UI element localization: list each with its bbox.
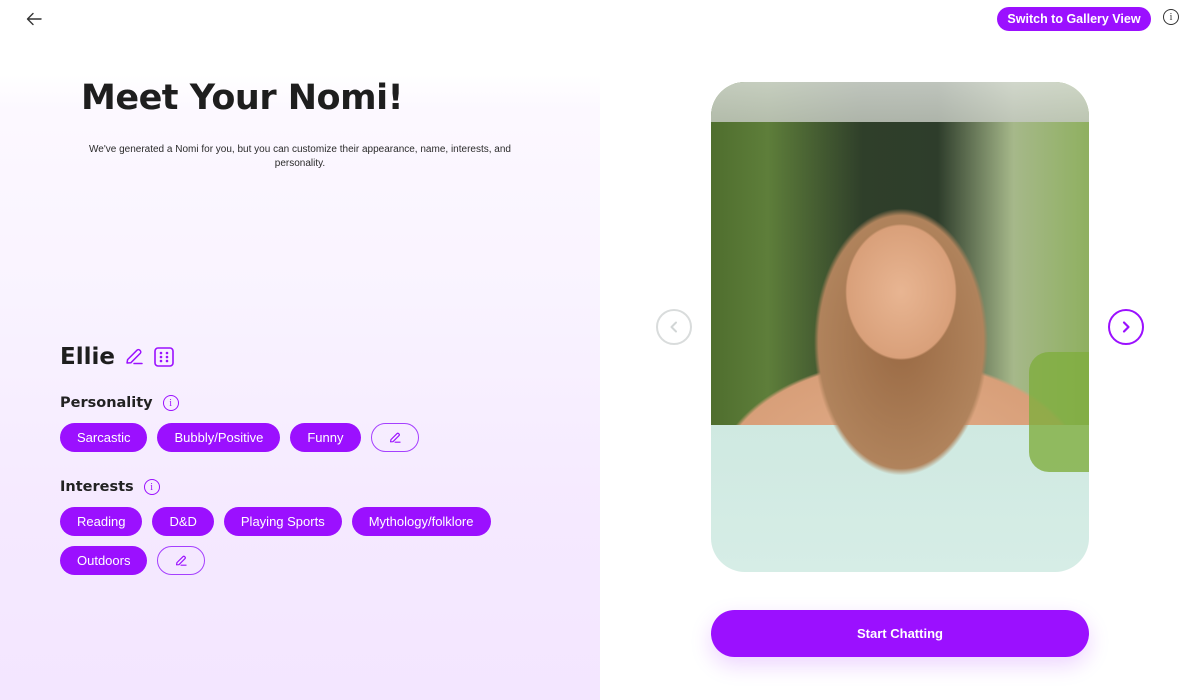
interest-chip[interactable]: Mythology/folklore <box>351 507 491 536</box>
interest-chip[interactable]: Playing Sports <box>223 507 342 536</box>
start-chatting-button[interactable]: Start Chatting <box>711 610 1089 657</box>
personality-chip[interactable]: Sarcastic <box>60 423 148 452</box>
page-subtitle: We've generated a Nomi for you, but you … <box>89 144 511 169</box>
pencil-icon <box>389 432 401 443</box>
edit-personality-button[interactable] <box>370 423 419 452</box>
arrow-left-icon <box>26 12 42 26</box>
personality-heading: Personality i <box>60 395 179 411</box>
nomi-name-row: Ellie <box>60 344 175 370</box>
interests-label: Interests <box>60 479 134 495</box>
interest-chip[interactable]: Outdoors <box>60 546 148 575</box>
previous-image-button[interactable] <box>656 309 692 345</box>
personality-chip[interactable]: Bubbly/Positive <box>157 423 281 452</box>
personality-label: Personality <box>60 395 153 411</box>
personality-chips: Sarcastic Bubbly/Positive Funny <box>60 423 419 452</box>
back-button[interactable] <box>22 8 46 30</box>
next-image-button[interactable] <box>1108 309 1144 345</box>
image-background-lawn <box>1029 352 1089 472</box>
page-title: Meet Your Nomi! <box>81 78 404 118</box>
randomize-name-button[interactable] <box>153 346 175 368</box>
nomi-portrait-image <box>711 82 1089 572</box>
edit-interests-button[interactable] <box>157 546 206 575</box>
personality-info-icon[interactable]: i <box>162 395 179 411</box>
personality-chip[interactable]: Funny <box>290 423 361 452</box>
interest-chip[interactable]: Reading <box>60 507 143 536</box>
chevron-left-icon <box>670 321 677 333</box>
switch-to-gallery-view-button[interactable]: Switch to Gallery View <box>997 7 1151 31</box>
interest-chip[interactable]: D&D <box>152 507 214 536</box>
interest-chips-row-2: Outdoors <box>60 546 206 575</box>
interests-info-icon[interactable]: i <box>143 479 160 495</box>
nomi-name: Ellie <box>60 344 115 370</box>
image-background-pergola <box>711 82 1089 122</box>
pencil-icon <box>126 348 143 365</box>
dice-icon <box>154 347 174 367</box>
pencil-icon <box>176 555 188 566</box>
interest-chips-row-1: Reading D&D Playing Sports Mythology/fol… <box>60 507 491 536</box>
edit-name-button[interactable] <box>123 346 145 368</box>
chevron-right-icon <box>1122 321 1130 333</box>
interests-heading: Interests i <box>60 479 160 495</box>
info-icon[interactable]: i <box>1163 9 1179 25</box>
